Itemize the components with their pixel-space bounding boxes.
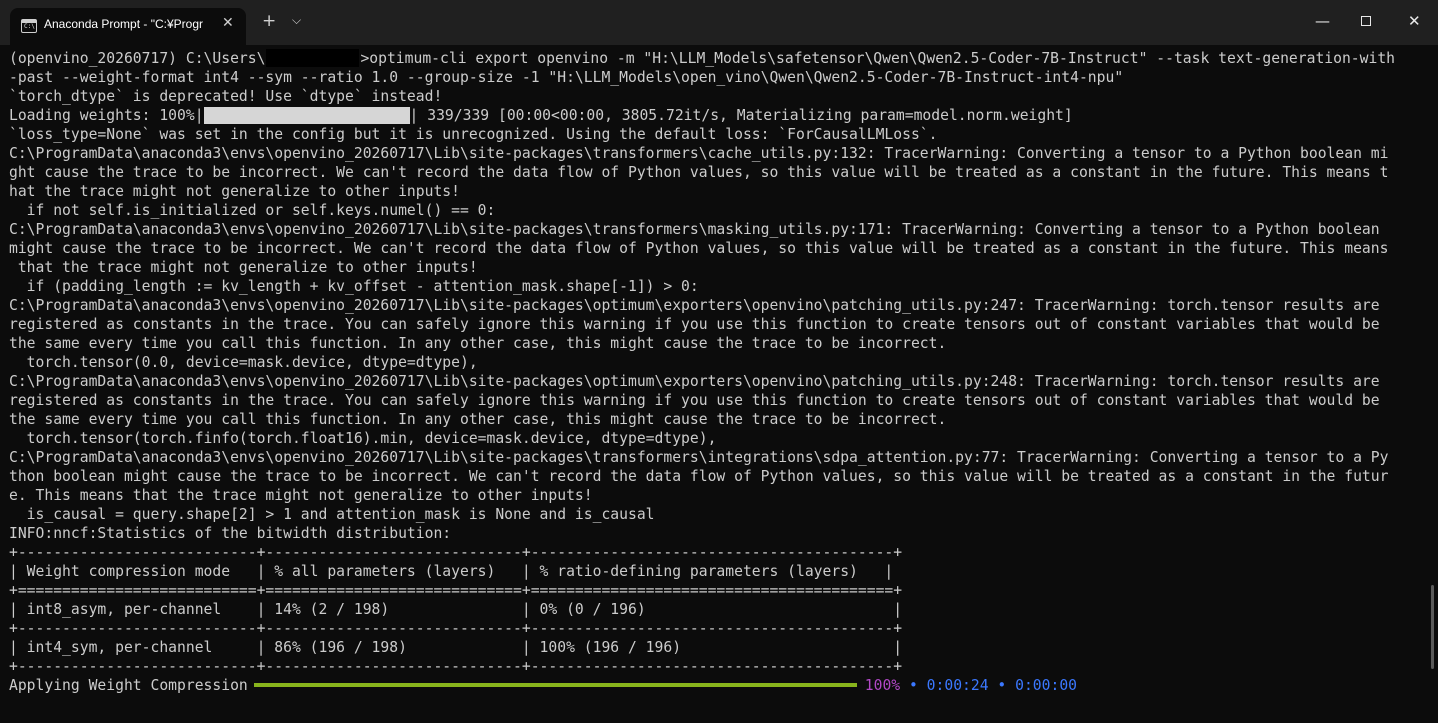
loading-weights-line: Loading weights: 100%| | 339/339 [00:00<0… <box>9 107 1073 124</box>
output-line: registered as constants in the trace. Yo… <box>9 392 1380 409</box>
output-line: ght cause the trace to be incorrect. We … <box>9 164 1389 181</box>
output-line: that the trace might not generalize to o… <box>9 259 478 276</box>
log-lines: `loss_type=None` was set in the config b… <box>9 125 1429 676</box>
redacted-username <box>266 49 360 67</box>
output-line: torch.tensor(0.0, device=mask.device, dt… <box>9 354 478 371</box>
output-line: C:\ProgramData\anaconda3\envs\openvino_2… <box>9 221 1380 238</box>
output-line: +---------------------------+-----------… <box>9 658 903 675</box>
maximize-icon <box>1361 16 1371 26</box>
progress-bullet: • <box>908 677 918 694</box>
terminal-icon: C:\ <box>21 19 37 33</box>
elapsed-time: 0:00:24 <box>926 677 989 694</box>
output-line: e. This means that the trace might not g… <box>9 487 593 504</box>
output-line: if not self.is_initialized or self.keys.… <box>9 202 496 219</box>
output-line: if (padding_length := kv_length + kv_off… <box>9 278 699 295</box>
command-line: (openvino_20260717) C:\Users\ >optimum-cl… <box>9 49 1396 67</box>
tab-close-icon[interactable]: ✕ <box>222 15 234 31</box>
output-line: the same every time you call this functi… <box>9 411 947 428</box>
output-line: C:\ProgramData\anaconda3\envs\openvino_2… <box>9 449 1389 466</box>
output-line: the same every time you call this functi… <box>9 335 947 352</box>
close-window-button[interactable]: ✕ <box>1408 12 1421 30</box>
output-line: registered as constants in the trace. Yo… <box>9 316 1380 333</box>
output-line: is_causal = query.shape[2] > 1 and atten… <box>9 506 655 523</box>
output-line: -past --weight-format int4 --sym --ratio… <box>9 69 1124 86</box>
terminal-output[interactable]: (openvino_20260717) C:\Users\ >optimum-cl… <box>9 49 1429 719</box>
scrollbar-thumb[interactable] <box>1431 585 1434 669</box>
loading-progress-bar <box>203 107 410 124</box>
progress-bullet: • <box>997 677 1007 694</box>
output-line: | Weight compression mode | % all parame… <box>9 563 894 580</box>
output-line: `loss_type=None` was set in the config b… <box>9 126 938 143</box>
output-line: | int4_sym, per-channel | 86% (196 / 198… <box>9 639 903 656</box>
output-line: C:\ProgramData\anaconda3\envs\openvino_2… <box>9 373 1380 390</box>
output-line: `torch_dtype` is deprecated! Use `dtype`… <box>9 88 443 105</box>
output-line: might cause the trace to be incorrect. W… <box>9 240 1389 257</box>
tab-title: Anaconda Prompt - "C:¥Progr <box>44 17 203 31</box>
output-line: thon boolean might cause the trace to be… <box>9 468 1389 485</box>
title-bar: C:\ Anaconda Prompt - "C:¥Progr ✕ + ⌵ — … <box>0 0 1438 45</box>
chevron-down-icon[interactable]: ⌵ <box>292 13 301 28</box>
output-line: +===========================+===========… <box>9 582 903 599</box>
output-line: +---------------------------+-----------… <box>9 544 903 561</box>
output-line: C:\ProgramData\anaconda3\envs\openvino_2… <box>9 297 1380 314</box>
output-line: torch.tensor(torch.finfo(torch.float16).… <box>9 430 717 447</box>
output-line: +---------------------------+-----------… <box>9 620 903 637</box>
compression-progress-bar <box>253 683 857 687</box>
tab-anaconda-prompt[interactable]: C:\ Anaconda Prompt - "C:¥Progr ✕ <box>10 8 246 45</box>
maximize-button[interactable] <box>1361 12 1371 30</box>
output-line: C:\ProgramData\anaconda3\envs\openvino_2… <box>9 145 1389 162</box>
weight-compression-progress: Applying Weight Compression 100% • 0:00:2… <box>9 677 1078 694</box>
new-tab-button[interactable]: + <box>262 11 276 31</box>
output-line: INFO:nncf:Statistics of the bitwidth dis… <box>9 525 452 542</box>
remaining-time: 0:00:00 <box>1015 677 1078 694</box>
progress-percent: 100% <box>864 677 901 694</box>
output-line: | int8_asym, per-channel | 14% (2 / 198)… <box>9 601 903 618</box>
terminal-window: C:\ Anaconda Prompt - "C:¥Progr ✕ + ⌵ — … <box>0 0 1438 723</box>
output-line: hat the trace might not generalize to ot… <box>9 183 460 200</box>
minimize-button[interactable]: — <box>1315 12 1330 30</box>
